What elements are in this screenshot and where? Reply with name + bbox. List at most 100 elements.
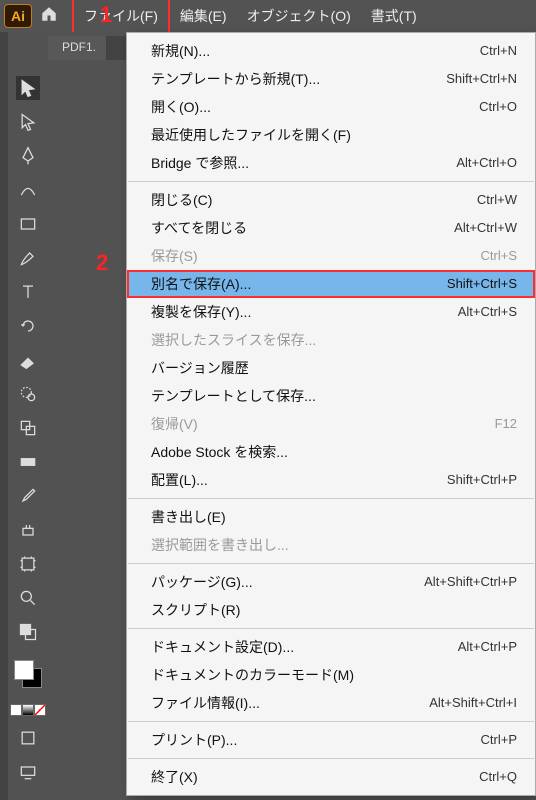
menu-separator xyxy=(128,498,534,499)
menu-separator xyxy=(128,181,534,182)
menu-bar: Ai ファイル(F) 編集(E) オブジェクト(O) 書式(T) xyxy=(0,0,536,32)
menu-item: 保存(S) Ctrl+S xyxy=(127,242,535,270)
menu-separator xyxy=(128,721,534,722)
menu-item-shortcut: Alt+Shift+Ctrl+P xyxy=(424,572,517,592)
color-mode-gradient[interactable] xyxy=(22,704,34,716)
home-icon[interactable] xyxy=(40,5,58,28)
menu-type[interactable]: 書式(T) xyxy=(361,0,427,32)
menu-item-label: Adobe Stock を検索... xyxy=(151,442,288,462)
menu-edit[interactable]: 編集(E) xyxy=(170,0,237,32)
rotate-tool-icon[interactable] xyxy=(16,314,40,338)
menu-item[interactable]: ファイル情報(I)... Alt+Shift+Ctrl+I xyxy=(127,689,535,717)
menu-separator xyxy=(128,758,534,759)
menu-item-label: 選択したスライスを保存... xyxy=(151,330,316,350)
menu-item-label: 選択範囲を書き出し... xyxy=(151,535,289,555)
artboard-tool-icon[interactable] xyxy=(16,552,40,576)
menu-item-label: Bridge で参照... xyxy=(151,153,249,173)
eyedropper-tool-icon[interactable] xyxy=(16,484,40,508)
menu-item[interactable]: 別名で保存(A)... Shift+Ctrl+S xyxy=(127,270,535,298)
menu-item-label: 最近使用したファイルを開く(F) xyxy=(151,125,351,145)
fill-stroke-swatches[interactable] xyxy=(14,660,42,688)
menu-item[interactable]: 配置(L)...Shift+Ctrl+P xyxy=(127,466,535,494)
menu-item[interactable]: プリント(P)... Ctrl+P xyxy=(127,726,535,754)
menu-separator xyxy=(128,563,534,564)
menu-item-label: パッケージ(G)... xyxy=(151,572,253,592)
menu-item-label: 配置(L)... xyxy=(151,470,208,490)
draw-mode-icon[interactable] xyxy=(16,726,40,750)
type-tool-icon[interactable] xyxy=(16,280,40,304)
menu-item-label: 別名で保存(A)... xyxy=(151,274,251,294)
curvature-tool-icon[interactable] xyxy=(16,178,40,202)
selection-tool-icon[interactable] xyxy=(16,76,40,100)
menu-item-label: 開く(O)... xyxy=(151,97,211,117)
menu-item-label: 保存(S) xyxy=(151,246,198,266)
menu-item-label: バージョン履歴 xyxy=(151,358,249,378)
menu-item-shortcut: Alt+Ctrl+P xyxy=(458,637,517,657)
menu-item[interactable]: Adobe Stock を検索... xyxy=(127,438,535,466)
menu-item-shortcut: Alt+Ctrl+W xyxy=(454,218,517,238)
menu-item-shortcut: Ctrl+Q xyxy=(479,767,517,787)
menu-item-shortcut: Ctrl+O xyxy=(479,97,517,117)
menu-item[interactable]: 書き出し(E) xyxy=(127,503,535,531)
screen-mode-icon[interactable] xyxy=(16,760,40,784)
menu-item: 選択したスライスを保存... xyxy=(127,326,535,354)
menu-item-shortcut: Ctrl+N xyxy=(480,41,517,61)
menu-item[interactable]: スクリプト(R) xyxy=(127,596,535,624)
gradient-tool-icon[interactable] xyxy=(16,450,40,474)
width-tool-icon[interactable] xyxy=(16,382,40,406)
menu-item-shortcut: Ctrl+P xyxy=(481,730,517,750)
callout-1: 1 xyxy=(100,2,112,28)
zoom-tool-icon[interactable] xyxy=(16,586,40,610)
app-logo: Ai xyxy=(4,4,32,28)
menu-object[interactable]: オブジェクト(O) xyxy=(237,0,361,32)
callout-2: 2 xyxy=(96,250,108,276)
menu-item[interactable]: 複製を保存(Y)... Alt+Ctrl+S xyxy=(127,298,535,326)
menu-item[interactable]: すべてを閉じるAlt+Ctrl+W xyxy=(127,214,535,242)
menu-item-shortcut: Ctrl+W xyxy=(477,190,517,210)
menu-item-shortcut: Ctrl+S xyxy=(481,246,517,266)
left-edge xyxy=(0,32,8,800)
menu-item[interactable]: 終了(X)Ctrl+Q xyxy=(127,763,535,791)
menu-item-shortcut: Shift+Ctrl+N xyxy=(446,69,517,89)
menu-item[interactable]: ドキュメントのカラーモード(M) xyxy=(127,661,535,689)
fill-swatch[interactable] xyxy=(14,660,34,680)
menu-item-label: 複製を保存(Y)... xyxy=(151,302,251,322)
pen-tool-icon[interactable] xyxy=(16,144,40,168)
menu-file[interactable]: ファイル(F) xyxy=(72,0,170,34)
color-mode-solid[interactable] xyxy=(10,704,22,716)
menu-item[interactable]: 新規(N)... Ctrl+N xyxy=(127,37,535,65)
menu-item-label: ドキュメントのカラーモード(M) xyxy=(151,665,354,685)
direct-selection-tool-icon[interactable] xyxy=(16,110,40,134)
eraser-tool-icon[interactable] xyxy=(16,348,40,372)
menu-item[interactable]: ドキュメント設定(D)...Alt+Ctrl+P xyxy=(127,633,535,661)
menu-item: 復帰(V)F12 xyxy=(127,410,535,438)
shape-builder-tool-icon[interactable] xyxy=(16,416,40,440)
menu-item-shortcut: Alt+Ctrl+O xyxy=(456,153,517,173)
document-tab[interactable]: PDF1. xyxy=(48,36,106,60)
menu-item-label: スクリプト(R) xyxy=(151,600,240,620)
menu-item-label: ファイル情報(I)... xyxy=(151,693,260,713)
menu-item[interactable]: Bridge で参照... Alt+Ctrl+O xyxy=(127,149,535,177)
rectangle-tool-icon[interactable] xyxy=(16,212,40,236)
menu-item-label: テンプレートから新規(T)... xyxy=(151,69,320,89)
menu-item[interactable]: 最近使用したファイルを開く(F) xyxy=(127,121,535,149)
color-mode-none[interactable] xyxy=(34,704,46,716)
color-mode-swatches[interactable] xyxy=(10,704,46,716)
menu-item[interactable]: 閉じる(C)Ctrl+W xyxy=(127,186,535,214)
menu-item-label: テンプレートとして保存... xyxy=(151,386,316,406)
menu-item: 選択範囲を書き出し... xyxy=(127,531,535,559)
menu-item-shortcut: Shift+Ctrl+S xyxy=(447,274,517,294)
menu-item[interactable]: パッケージ(G)... Alt+Shift+Ctrl+P xyxy=(127,568,535,596)
menu-item[interactable]: テンプレートから新規(T)... Shift+Ctrl+N xyxy=(127,65,535,93)
menu-item-label: 新規(N)... xyxy=(151,41,210,61)
paintbrush-tool-icon[interactable] xyxy=(16,246,40,270)
menu-item-label: プリント(P)... xyxy=(151,730,237,750)
menu-item-shortcut: Alt+Shift+Ctrl+I xyxy=(429,693,517,713)
menu-item[interactable]: バージョン履歴 xyxy=(127,354,535,382)
menu-item-shortcut: F12 xyxy=(495,414,517,434)
symbol-sprayer-icon[interactable] xyxy=(16,518,40,542)
menu-item[interactable]: テンプレートとして保存... xyxy=(127,382,535,410)
menu-item-shortcut: Alt+Ctrl+S xyxy=(458,302,517,322)
menu-item[interactable]: 開く(O)... Ctrl+O xyxy=(127,93,535,121)
fill-stroke-toggle-icon[interactable] xyxy=(16,620,40,644)
